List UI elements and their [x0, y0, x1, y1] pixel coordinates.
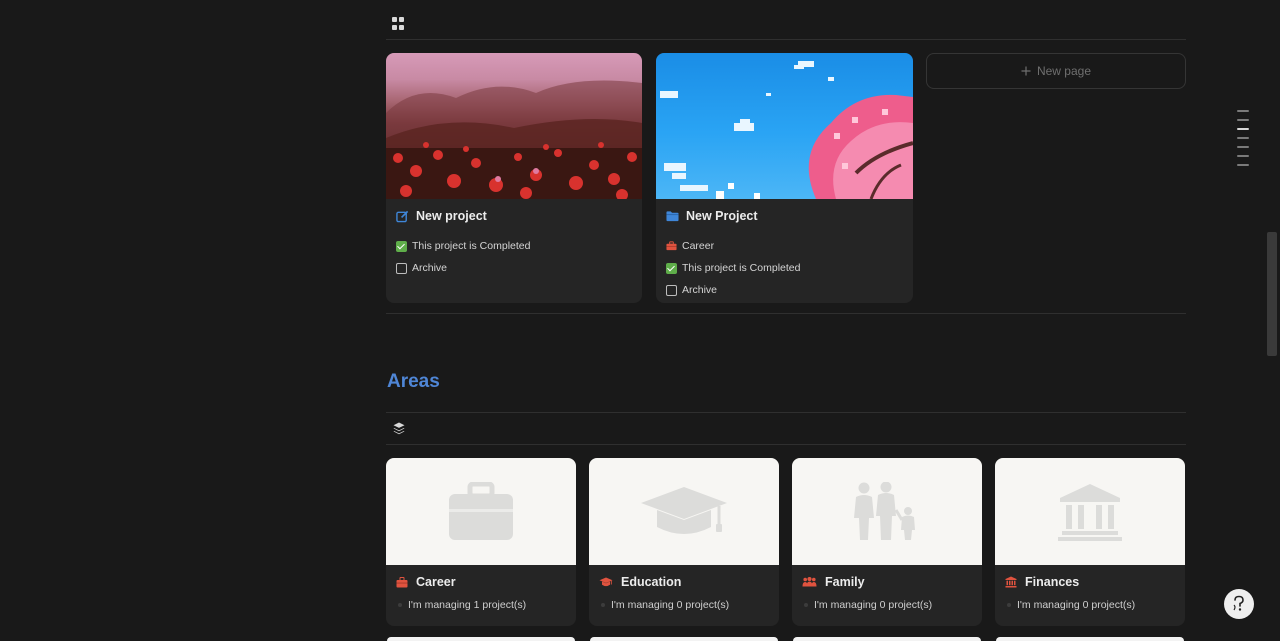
next-area-card-edge: [590, 637, 778, 641]
areas-view-toolbar: [386, 412, 1186, 445]
outline-item[interactable]: [1237, 137, 1249, 139]
gallery-view-toolbar: [386, 8, 1186, 40]
area-summary-text: I'm managing 1 project(s): [408, 599, 527, 611]
card-title-text: New project: [416, 209, 487, 223]
briefcase-icon: [666, 241, 677, 251]
property-label: Archive: [682, 284, 718, 296]
notion-page: New project This project is Completed Ar…: [0, 0, 1280, 641]
outline-item[interactable]: [1237, 164, 1249, 166]
area-title-text: Career: [416, 575, 456, 589]
archive-property: Archive: [666, 279, 903, 301]
area-summary: I'm managing 1 project(s): [396, 599, 566, 611]
help-icon: [1233, 595, 1244, 611]
area-title[interactable]: Education: [599, 575, 769, 589]
property-label: This project is Completed: [682, 262, 801, 274]
property-label: Archive: [412, 262, 448, 274]
area-summary-text: I'm managing 0 project(s): [814, 599, 933, 611]
outline-item-active[interactable]: [1237, 128, 1249, 130]
area-cover: [589, 458, 779, 565]
next-area-card-edge: [793, 637, 981, 641]
checkbox-checked-icon[interactable]: [666, 262, 677, 274]
briefcase-icon: [449, 481, 513, 540]
bank-icon: [1058, 483, 1122, 541]
area-title[interactable]: Career: [396, 575, 566, 589]
checkbox-unchecked-icon[interactable]: [666, 284, 677, 296]
card-cover-image: [656, 53, 913, 199]
outline-item[interactable]: [1237, 119, 1249, 121]
card-cover-image: [386, 53, 642, 199]
edit-icon: [396, 210, 409, 222]
area-card-family[interactable]: Family I'm managing 0 project(s): [792, 458, 982, 626]
next-area-card-edge: [387, 637, 575, 641]
divider: [386, 313, 1186, 314]
completed-property: This project is Completed: [666, 257, 903, 279]
area-title-text: Finances: [1025, 575, 1080, 589]
next-area-card-edge: [996, 637, 1184, 641]
outline-item[interactable]: [1237, 110, 1249, 112]
area-cover: [995, 458, 1185, 565]
area-card-finances[interactable]: Finances I'm managing 0 project(s): [995, 458, 1185, 626]
bullet-icon: [601, 603, 605, 607]
card-title[interactable]: New project: [396, 209, 632, 223]
checkbox-checked-icon[interactable]: [396, 240, 407, 252]
project-card[interactable]: New Project Career This project is Compl…: [656, 53, 913, 303]
layers-icon[interactable]: [393, 422, 405, 435]
area-title-text: Family: [825, 575, 865, 589]
area-card-education[interactable]: Education I'm managing 0 project(s): [589, 458, 779, 626]
new-page-button[interactable]: New page: [926, 53, 1186, 89]
area-cover: [792, 458, 982, 565]
folder-icon: [666, 211, 679, 222]
area-title[interactable]: Finances: [1005, 575, 1175, 589]
outline-item[interactable]: [1237, 146, 1249, 148]
graduation-cap-icon: [641, 486, 727, 534]
area-relation-property[interactable]: Career: [666, 235, 903, 257]
plus-icon: [1021, 66, 1031, 76]
briefcase-icon: [396, 576, 408, 587]
checkbox-unchecked-icon[interactable]: [396, 262, 407, 274]
card-title[interactable]: New Project: [666, 209, 903, 223]
completed-property: This project is Completed: [396, 235, 632, 257]
family-icon: [854, 481, 915, 540]
area-title-text: Education: [621, 575, 682, 589]
graduation-cap-icon: [599, 577, 613, 586]
people-icon: [802, 577, 817, 587]
page-outline[interactable]: [1237, 110, 1249, 166]
area-card-career[interactable]: Career I'm managing 1 project(s): [386, 458, 576, 626]
area-relation-label: Career: [682, 240, 715, 252]
area-cover: [386, 458, 576, 565]
areas-heading: Areas: [387, 371, 440, 392]
area-summary-text: I'm managing 0 project(s): [611, 599, 730, 611]
new-page-label: New page: [1036, 64, 1092, 78]
bullet-icon: [804, 603, 808, 607]
bullet-icon: [1007, 603, 1011, 607]
project-card[interactable]: New project This project is Completed Ar…: [386, 53, 642, 303]
card-title-text: New Project: [686, 209, 758, 223]
help-button[interactable]: [1224, 589, 1254, 619]
area-summary: I'm managing 0 project(s): [1005, 599, 1175, 611]
outline-item[interactable]: [1237, 155, 1249, 157]
area-summary: I'm managing 0 project(s): [802, 599, 972, 611]
area-summary: I'm managing 0 project(s): [599, 599, 769, 611]
gallery-grid-icon[interactable]: [392, 17, 405, 30]
bank-icon: [1005, 576, 1017, 588]
bullet-icon: [398, 603, 402, 607]
property-label: This project is Completed: [412, 240, 531, 252]
area-title[interactable]: Family: [802, 575, 972, 589]
area-summary-text: I'm managing 0 project(s): [1017, 599, 1136, 611]
archive-property: Archive: [396, 257, 632, 279]
scrollbar-thumb[interactable]: [1267, 232, 1277, 356]
